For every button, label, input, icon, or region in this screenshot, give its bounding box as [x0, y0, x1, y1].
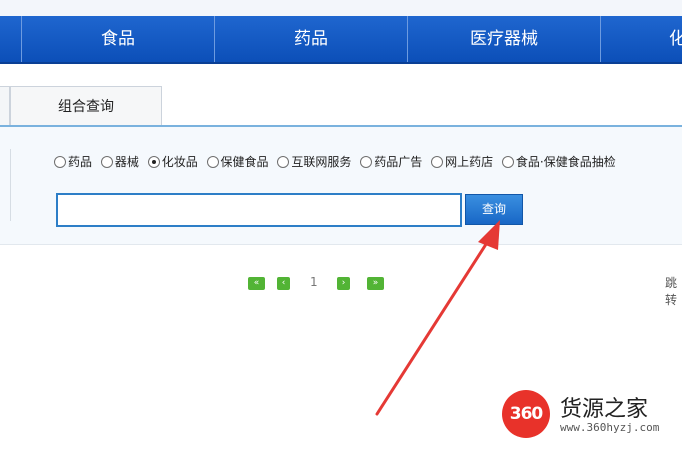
arrow-shaft	[375, 236, 492, 416]
watermark-url: www.360hyzj.com	[560, 421, 660, 434]
watermark-badge: 360	[502, 390, 550, 438]
watermark-title: 货源之家	[560, 397, 649, 422]
arrow-head	[478, 220, 500, 250]
